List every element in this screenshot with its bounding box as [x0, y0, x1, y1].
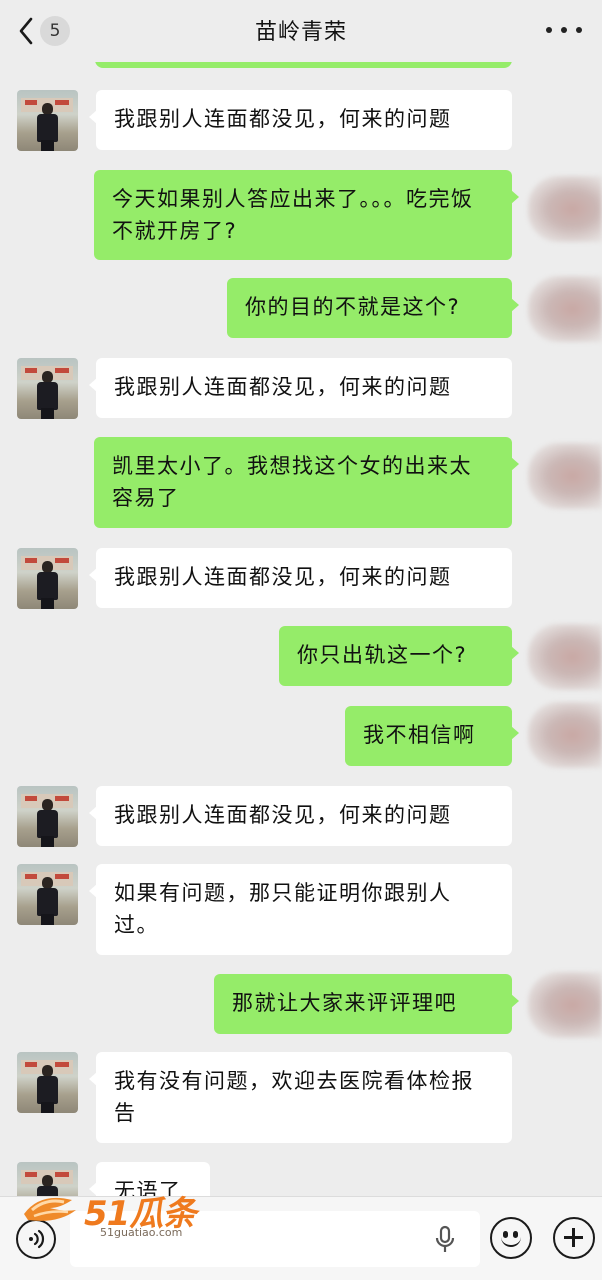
contact-avatar[interactable]	[17, 786, 78, 847]
emoji-button[interactable]	[490, 1217, 532, 1259]
watermark-url: 51guatiao.com	[100, 1226, 183, 1239]
message-bubble-incoming[interactable]: 我跟别人连面都没见，何来的问题	[89, 548, 512, 608]
message-bubble-outgoing[interactable]: 那就让大家来评评理吧	[214, 974, 519, 1034]
watermark: 51瓜条 51guatiao.com	[20, 1186, 220, 1242]
more-dots-icon	[546, 27, 552, 33]
message-bubble-incoming[interactable]: 如果有问题，那只能证明你跟别人过。	[89, 864, 512, 955]
self-avatar[interactable]	[528, 276, 602, 342]
self-avatar[interactable]	[528, 176, 602, 242]
message-list[interactable]: 我跟别人连面都没见，何来的问题 今天如果别人答应出来了。。。吃完饭不就开房了? …	[0, 62, 602, 1196]
message-bubble-incoming[interactable]: 我跟别人连面都没见，何来的问题	[89, 90, 512, 150]
previous-message-bubble	[95, 62, 512, 68]
message-bubble-incoming[interactable]: 我有没有问题，欢迎去医院看体检报告	[89, 1052, 512, 1143]
message-bubble-incoming[interactable]: 我跟别人连面都没见，何来的问题	[89, 786, 512, 846]
contact-avatar[interactable]	[17, 90, 78, 151]
watermark-logo-icon	[24, 1197, 76, 1221]
plus-button[interactable]	[553, 1217, 595, 1259]
contact-avatar[interactable]	[17, 548, 78, 609]
message-bubble-outgoing[interactable]: 我不相信啊	[345, 706, 519, 766]
contact-avatar[interactable]	[17, 864, 78, 925]
message-bubble-outgoing[interactable]: 你的目的不就是这个?	[227, 278, 519, 338]
contact-avatar[interactable]	[17, 358, 78, 419]
more-options-button[interactable]	[546, 20, 582, 40]
self-avatar[interactable]	[528, 443, 602, 509]
self-avatar[interactable]	[528, 972, 602, 1038]
message-bubble-outgoing[interactable]: 今天如果别人答应出来了。。。吃完饭不就开房了?	[94, 170, 519, 260]
message-bubble-outgoing[interactable]: 凯里太小了。我想找这个女的出来太容易了	[94, 437, 519, 528]
chat-title: 苗岭青荣	[254, 20, 347, 45]
message-bubble-outgoing[interactable]: 你只出轨这一个?	[279, 626, 519, 686]
mic-icon[interactable]	[434, 1225, 456, 1255]
contact-avatar[interactable]	[17, 1052, 78, 1113]
self-avatar[interactable]	[528, 702, 602, 768]
message-bubble-incoming[interactable]: 我跟别人连面都没见，何来的问题	[89, 358, 512, 418]
chat-header: 5 苗岭青荣	[0, 0, 602, 62]
self-avatar[interactable]	[528, 624, 602, 690]
